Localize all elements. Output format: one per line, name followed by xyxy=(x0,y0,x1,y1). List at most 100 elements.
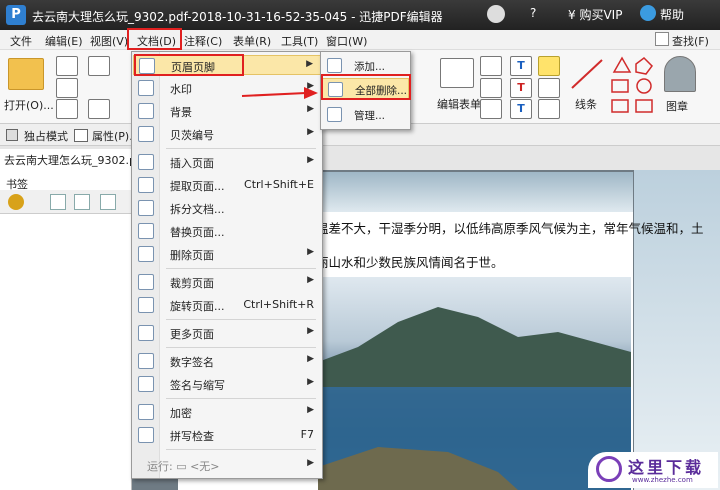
menu-form[interactable]: 表单(R) xyxy=(233,33,271,49)
edit-form-button[interactable]: 编辑表单 xyxy=(437,96,481,112)
bookmark-delete-icon[interactable] xyxy=(50,194,66,210)
menu-file[interactable]: 文件 xyxy=(10,33,32,49)
line-tool-icon[interactable] xyxy=(568,56,608,92)
open-button[interactable]: 打开(O)... xyxy=(4,97,54,113)
line-tool-button[interactable]: 线条 xyxy=(575,96,597,112)
menu-separator xyxy=(166,449,316,450)
menu-item-label: 更多页面 xyxy=(170,328,214,341)
menu-item-bates-numbering[interactable]: 贝茨编号 ▶ xyxy=(133,124,322,144)
manage-icon xyxy=(327,107,342,122)
find-icon xyxy=(655,32,669,46)
bookmark-add-icon[interactable] xyxy=(100,194,116,210)
stamp-icon[interactable] xyxy=(664,56,696,92)
underline-icon[interactable]: T xyxy=(510,99,532,119)
edit-form-icon[interactable] xyxy=(440,58,474,88)
menu-edit[interactable]: 编辑(E) xyxy=(45,33,83,49)
attach-icon[interactable] xyxy=(538,78,560,98)
menu-bar: 文件 编辑(E) 视图(V) 文档(D) 注释(C) 表单(R) 工具(T) 窗… xyxy=(0,30,720,50)
menu-item-rotate-pages[interactable]: 旋转页面... Ctrl+Shift+R xyxy=(133,295,322,315)
submenu-arrow-icon: ▶ xyxy=(307,326,314,336)
menu-item-label: 运行: ▭ <无> xyxy=(147,460,220,473)
menu-item-label: 水印 xyxy=(170,83,192,96)
avatar[interactable] xyxy=(487,5,505,23)
menu-item-shortcut: Ctrl+Shift+E xyxy=(244,178,314,191)
menu-separator xyxy=(166,319,316,320)
menu-item-label: 贝茨编号 xyxy=(170,129,214,142)
menu-item-encrypt[interactable]: 加密 ▶ xyxy=(133,402,322,422)
buy-vip-button[interactable]: ¥ 购买VIP xyxy=(568,6,622,23)
more-pages-icon xyxy=(138,325,154,341)
menu-item-replace-pages[interactable]: 替换页面... xyxy=(133,221,322,241)
menu-item-label: 插入页面 xyxy=(170,157,214,170)
spell-check-icon xyxy=(138,427,154,443)
encrypt-icon xyxy=(138,404,154,420)
menu-comment[interactable]: 注释(C) xyxy=(184,33,222,49)
watermark-text: 这里下载 xyxy=(628,458,705,477)
submenu-item-manage[interactable]: 管理... xyxy=(322,104,409,126)
menu-separator xyxy=(166,268,316,269)
menu-item-delete-pages[interactable]: 删除页面 ▶ xyxy=(133,244,322,264)
menu-item-crop-pages[interactable]: 裁剪页面 ▶ xyxy=(133,272,322,292)
find-button[interactable]: 查找(F) xyxy=(672,33,709,49)
submenu-item-label: 管理... xyxy=(354,110,386,122)
submenu-arrow-icon: ▶ xyxy=(307,275,314,285)
menu-item-more-pages[interactable]: 更多页面 ▶ xyxy=(133,323,322,343)
menu-item-label: 加密 xyxy=(170,407,192,420)
rotate-pages-icon xyxy=(138,297,154,313)
menu-tools[interactable]: 工具(T) xyxy=(281,33,318,49)
help-question-icon[interactable]: ? xyxy=(530,6,536,20)
menu-item-label: 拆分文档... xyxy=(170,203,225,216)
note-icon[interactable] xyxy=(538,56,560,76)
sound-icon[interactable] xyxy=(538,99,560,119)
new-document-icon[interactable] xyxy=(88,99,110,119)
bookmark-panel: 书签 xyxy=(0,170,132,490)
menu-item-insert-pages[interactable]: 插入页面 ▶ xyxy=(133,152,322,172)
submenu-arrow-icon: ▶ xyxy=(307,354,314,364)
menu-item-background[interactable]: 背景 ▶ xyxy=(133,101,322,121)
menu-item-split-document[interactable]: 拆分文档... xyxy=(133,198,322,218)
exclusive-mode-button[interactable]: 独占模式 xyxy=(24,128,68,144)
submenu-arrow-icon: ▶ xyxy=(306,59,313,69)
watermark-url: www.zhezhe.com xyxy=(632,476,693,484)
help-icon[interactable] xyxy=(640,5,656,21)
menu-item-extract-pages[interactable]: 提取页面... Ctrl+Shift+E xyxy=(133,175,322,195)
document-icon[interactable] xyxy=(56,99,78,119)
stamp-button[interactable]: 图章 xyxy=(666,98,688,114)
menu-item-run-action[interactable]: 运行: ▭ <无> ▶ xyxy=(133,455,322,475)
menu-view[interactable]: 视图(V) xyxy=(90,33,128,49)
submenu-arrow-icon: ▶ xyxy=(307,247,314,257)
document-menu: 页眉页脚 ▶ 水印 ▶ 背景 ▶ 贝茨编号 ▶ 插入页面 ▶ 提取页面... Ctrl+Shift+E… xyxy=(131,51,323,479)
menu-separator xyxy=(166,398,316,399)
document-tab[interactable]: 去云南大理怎么玩_9302.pdf xyxy=(0,149,145,170)
replace-pages-icon xyxy=(138,223,154,239)
list-field-icon[interactable] xyxy=(480,99,502,119)
menu-item-digital-signature[interactable]: 数字签名 ▶ xyxy=(133,351,322,371)
submenu-arrow-icon: ▶ xyxy=(307,127,314,137)
insert-pages-icon xyxy=(138,154,154,170)
text-field-icon[interactable] xyxy=(480,56,502,76)
menu-window[interactable]: 窗口(W) xyxy=(326,33,367,49)
document-tab-bar: 去云南大理怎么玩_9302.pdf xyxy=(0,146,720,170)
print-icon[interactable] xyxy=(56,78,78,98)
delete-pages-icon xyxy=(138,246,154,262)
gear-icon[interactable] xyxy=(8,194,24,210)
typewriter-icon[interactable]: T xyxy=(510,56,532,76)
menu-item-spell-check[interactable]: 拼写检查 F7 xyxy=(133,425,322,445)
menu-item-shortcut: Ctrl+Shift+R xyxy=(243,298,314,311)
menu-item-sign-initials[interactable]: 签名与缩写 ▶ xyxy=(133,374,322,394)
site-watermark: 这里下载 www.zhezhe.com xyxy=(588,452,718,488)
strikeout-icon[interactable]: T xyxy=(510,78,532,98)
checkbox-field-icon[interactable] xyxy=(480,78,502,98)
open-folder-icon[interactable] xyxy=(8,58,44,90)
menu-item-shortcut: F7 xyxy=(300,428,314,441)
window-title: 去云南大理怎么玩_9302.pdf-2018-10-31-16-52-35-04… xyxy=(32,10,443,24)
save-icon[interactable] xyxy=(56,56,78,76)
submenu-arrow-icon: ▶ xyxy=(307,405,314,415)
mail-icon[interactable] xyxy=(88,56,110,76)
shape-tools-icon[interactable] xyxy=(608,54,658,120)
document-text-line-1: 温差不大，干湿季分明，以低纬高原季风气候为主，常年气候温和，土 xyxy=(316,221,704,236)
watermark-logo-icon xyxy=(596,456,622,482)
add-icon xyxy=(327,58,342,73)
bookmark-expand-icon[interactable] xyxy=(74,194,90,210)
help-button[interactable]: 帮助 xyxy=(660,6,684,23)
